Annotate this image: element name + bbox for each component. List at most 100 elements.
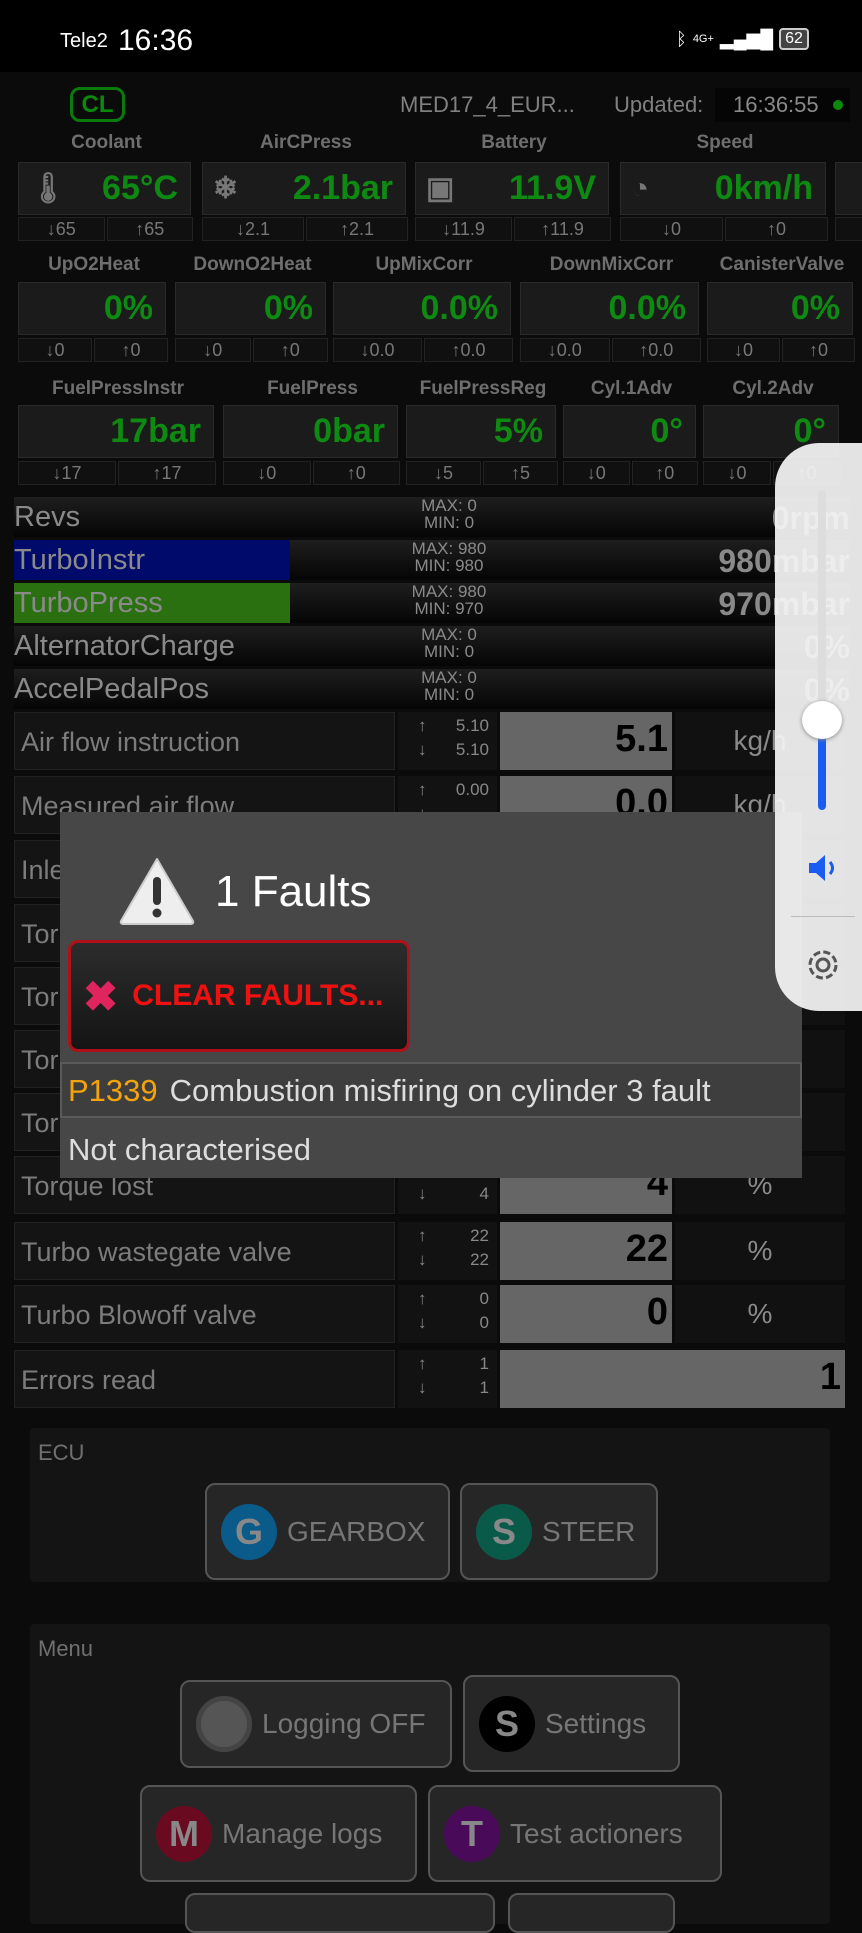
manage-logs-label: Manage logs xyxy=(222,1817,383,1849)
steer-label: STEER xyxy=(542,1515,636,1547)
gauge-fuelpress[interactable]: 0bar xyxy=(223,405,398,458)
row-min: ↓ 1 xyxy=(398,1374,497,1398)
gauge-min: ↓65 xyxy=(18,217,105,241)
signal-icon: ▂▄▆█ xyxy=(719,28,774,49)
speedometer-icon: ◔ xyxy=(631,171,650,205)
arrow-up-icon: ↑ xyxy=(418,780,427,799)
gauge-max: ↑0 xyxy=(631,461,698,485)
bluetooth-icon: ᛒ xyxy=(676,28,687,49)
gauge-min: ↓0 xyxy=(707,338,780,362)
row-max: ↑ 5.10 xyxy=(398,712,497,736)
bar-min: MIN: 0 xyxy=(423,685,475,704)
table-row[interactable]: Air flow instruction ↑ 5.10 ↓ 5.10 5.1 kg/h xyxy=(14,712,845,770)
fault-code: P1339 xyxy=(68,1073,158,1108)
menu-button-partial[interactable] xyxy=(185,1893,495,1933)
gauge-downo2heat[interactable]: 0% xyxy=(175,282,326,335)
gauge-min: ↓2.1 xyxy=(202,217,304,241)
manage-logs-button[interactable]: M Manage logs xyxy=(140,1785,417,1882)
volume-slider[interactable] xyxy=(802,490,842,810)
fault-item[interactable]: P1339 Combustion misfiring on cylinder 3 … xyxy=(60,1062,802,1118)
row-value: 5.1 xyxy=(500,712,672,770)
ecu-name: MED17_4_EUR... xyxy=(400,92,575,117)
gauge-aircpress[interactable]: ❄ 2.1bar xyxy=(202,162,406,215)
settings-label: Settings xyxy=(545,1707,647,1739)
bar-row-turbopress[interactable]: TurboPressMAX: 980MIN: 970970mbar xyxy=(14,583,850,623)
logging-off-button[interactable]: Logging OFF xyxy=(180,1680,452,1768)
row-min: ↓ 0 xyxy=(398,1309,497,1333)
table-row[interactable]: Turbo wastegate valve ↑ 22 ↓ 22 22% xyxy=(14,1222,845,1280)
table-row[interactable]: Errors read ↑ 1 ↓ 1 1 xyxy=(14,1350,845,1408)
test-actioners-button[interactable]: T Test actioners xyxy=(428,1785,722,1882)
row-name: Air flow instruction xyxy=(14,712,395,770)
volume-panel xyxy=(775,443,862,1011)
gauge-max: ↑5 xyxy=(483,461,558,485)
battery-icon: ▣ xyxy=(426,172,455,205)
gauge-value: 17bar xyxy=(110,412,201,450)
gauge-label: Cyl.2Adv xyxy=(732,378,814,399)
gauge-min: ↓5 xyxy=(406,461,481,485)
gauge-fuelpressreg[interactable]: 5% xyxy=(406,405,556,458)
bar-row-turboinstr[interactable]: TurboInstrMAX: 980MIN: 980980mbar xyxy=(14,540,850,580)
row-min: ↓ 5.10 xyxy=(398,736,497,760)
gauge-max: ↑0.0 xyxy=(611,338,701,362)
gauge-min: ↓17 xyxy=(18,461,116,485)
gauge-label: DownMixCorr xyxy=(549,254,674,275)
menu-panel-label: Menu xyxy=(38,1636,94,1661)
gauge-cyl.1adv[interactable]: 0° xyxy=(563,405,696,458)
gauge-fuelpressinstr[interactable]: 17bar xyxy=(18,405,214,458)
gauge-value: 0bar xyxy=(313,412,385,450)
row-max: ↑ 0 xyxy=(398,1285,497,1309)
test-actioners-label: Test actioners xyxy=(510,1817,683,1849)
steer-button[interactable]: S STEER xyxy=(460,1483,658,1580)
bar-row-revs[interactable]: RevsMAX: 0MIN: 00rpm xyxy=(14,497,850,537)
row-name: Turbo Blowoff valve xyxy=(14,1285,395,1343)
ecu-panel: ECU G GEARBOX S STEER xyxy=(30,1428,830,1582)
row-min-max: ↑ 5.10 ↓ 5.10 xyxy=(398,712,497,770)
faults-dialog: 1 Faults ✖ CLEAR FAULTS... P1339 Combusti… xyxy=(60,812,802,1178)
clear-faults-button[interactable]: ✖ CLEAR FAULTS... xyxy=(68,940,410,1052)
gauge-coolant[interactable]: 🌡 65°C xyxy=(18,162,191,215)
gauge-downmixcorr[interactable]: 0.0% xyxy=(520,282,699,335)
gauge-battery[interactable]: ▣ 11.9V xyxy=(415,162,609,215)
gauge-min: ↓0 xyxy=(620,217,723,241)
s-circle-icon: S xyxy=(476,1503,532,1560)
gauge-max: ↑0 xyxy=(725,217,828,241)
gauge-upmixcorr[interactable]: 0.0% xyxy=(333,282,511,335)
gauge-label: Cyl.1Adv xyxy=(590,378,673,399)
gauge-speed[interactable]: ◔ 0km/h xyxy=(620,162,826,215)
menu-button-partial[interactable] xyxy=(508,1893,675,1933)
gauge-partial[interactable] xyxy=(835,162,862,215)
gauge-value: 0km/h xyxy=(714,169,813,207)
speaker-icon[interactable] xyxy=(805,851,839,885)
row-min-max: ↑ 0 ↓ 0 xyxy=(398,1285,497,1343)
bar-max: MAX: 980 xyxy=(411,539,487,558)
gauge-max: ↑0 xyxy=(312,461,400,485)
status-circle-icon xyxy=(196,1696,252,1752)
gauge-max: ↑17 xyxy=(118,461,216,485)
status-dot xyxy=(833,100,843,110)
gearbox-button[interactable]: G GEARBOX xyxy=(205,1483,450,1580)
row-min-value: 22 xyxy=(470,1250,489,1269)
gear-icon[interactable] xyxy=(801,943,845,987)
gauge-canistervalve[interactable]: 0% xyxy=(707,282,853,335)
bar-min-max: MAX: 0 MIN: 0 xyxy=(394,669,504,703)
gauge-max: ↑0 xyxy=(252,338,328,362)
volume-thumb[interactable] xyxy=(802,701,842,740)
bar-name: TurboInstr xyxy=(14,544,146,576)
gauge-value: 0° xyxy=(650,412,683,450)
clock: 16:36 xyxy=(118,24,194,57)
bar-row-alternatorcharge[interactable]: AlternatorChargeMAX: 0MIN: 00% xyxy=(14,626,850,666)
row-max: ↑ 22 xyxy=(398,1222,497,1246)
gauge-upo2heat[interactable]: 0% xyxy=(18,282,166,335)
menu-panel: Menu Logging OFF S Settings M Manage logs T Te… xyxy=(30,1624,830,1933)
thermometer-icon: 🌡 xyxy=(29,172,68,205)
bar-row-accelpedalpos[interactable]: AccelPedalPosMAX: 0MIN: 00% xyxy=(14,669,850,709)
arrow-up-icon: ↑ xyxy=(418,1354,427,1373)
settings-button[interactable]: S Settings xyxy=(463,1675,680,1772)
row-min-max: ↑ 1 ↓ 1 xyxy=(398,1350,497,1408)
row-min-value: 1 xyxy=(479,1378,489,1397)
table-row[interactable]: Turbo Blowoff valve ↑ 0 ↓ 0 0% xyxy=(14,1285,845,1343)
connection-badge[interactable]: CL xyxy=(70,87,125,122)
row-max-value: 0.00 xyxy=(455,780,489,799)
gauge-min: ↓0 xyxy=(223,461,311,485)
